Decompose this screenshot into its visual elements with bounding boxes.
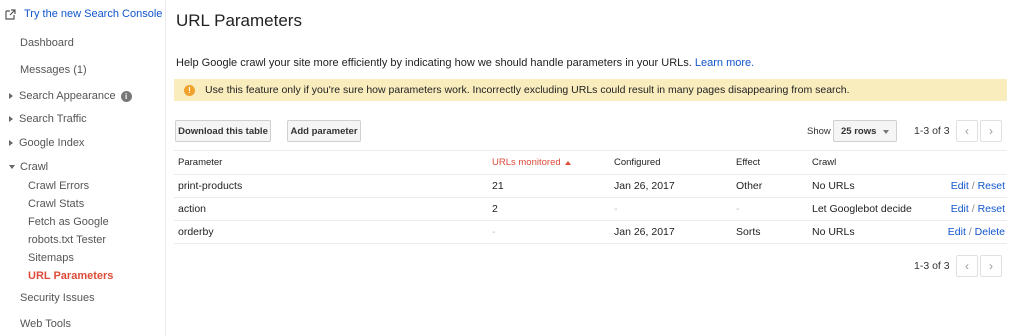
table-header-row: Parameter URLs monitored Configured Effe…: [174, 150, 1007, 175]
add-parameter-button[interactable]: Add parameter: [287, 120, 361, 142]
new-search-console-link[interactable]: Try the new Search Console: [4, 8, 162, 20]
action-separator: /: [968, 226, 972, 238]
header-urls-monitored[interactable]: URLs monitored: [492, 151, 571, 174]
table-row: print-products 21 Jan 26, 2017 Other No …: [174, 175, 1007, 198]
pager-range-top: 1-3 of 3: [914, 125, 950, 137]
action-separator: /: [971, 203, 975, 215]
url-parameters-table: Parameter URLs monitored Configured Effe…: [174, 150, 1007, 244]
help-text: Help Google crawl your site more efficie…: [176, 57, 754, 69]
sidebar-item-label: Google Index: [19, 137, 85, 149]
sidebar-item-web-tools[interactable]: Web Tools: [20, 318, 71, 330]
sidebar-item-label: Web Tools: [20, 318, 71, 330]
learn-more-link[interactable]: Learn more.: [695, 57, 754, 69]
table-row: orderby - Jan 26, 2017 Sorts No URLs Edi…: [174, 221, 1007, 244]
cell-crawl: No URLs: [812, 226, 855, 238]
edit-link[interactable]: Edit: [951, 180, 969, 192]
dropdown-caret-icon: [883, 130, 889, 134]
expand-arrow-icon: [9, 93, 13, 99]
sidebar-item-security-issues[interactable]: Security Issues: [20, 292, 95, 304]
header-crawl[interactable]: Crawl: [812, 151, 836, 174]
sidebar-item-crawl[interactable]: Crawl: [9, 161, 48, 173]
sidebar-item-google-index[interactable]: Google Index: [9, 137, 84, 149]
cell-actions: Edit / Reset: [951, 198, 1005, 220]
cell-urls: 21: [492, 180, 504, 192]
delete-link[interactable]: Delete: [975, 226, 1005, 238]
pager-range-bottom: 1-3 of 3: [914, 260, 950, 272]
cell-actions: Edit / Delete: [948, 221, 1005, 243]
warning-text: Use this feature only if you're sure how…: [205, 84, 850, 96]
sidebar-item-label: Search Appearance: [19, 90, 116, 102]
sidebar-item-url-parameters[interactable]: URL Parameters: [28, 270, 113, 282]
rows-per-page-select[interactable]: 25 rows: [833, 120, 897, 142]
sidebar-item-label: Search Traffic: [19, 113, 87, 125]
prev-page-button-bottom[interactable]: ‹: [956, 255, 978, 277]
sidebar-item-crawl-errors[interactable]: Crawl Errors: [28, 180, 89, 192]
collapse-arrow-icon: [9, 165, 15, 169]
prev-page-button-top[interactable]: ‹: [956, 120, 978, 142]
sidebar-item-label: Messages (1): [20, 64, 87, 76]
header-effect[interactable]: Effect: [736, 151, 760, 174]
sort-ascending-icon: [564, 160, 571, 165]
download-table-button[interactable]: Download this table: [175, 120, 271, 142]
edit-link[interactable]: Edit: [951, 203, 969, 215]
cell-configured: -: [614, 203, 618, 215]
cell-effect: Sorts: [736, 226, 761, 238]
header-urls-label: URLs monitored: [492, 157, 561, 168]
sidebar-item-crawl-stats[interactable]: Crawl Stats: [28, 198, 84, 210]
cell-crawl: No URLs: [812, 180, 855, 192]
reset-link[interactable]: Reset: [978, 203, 1005, 215]
sidebar-item-search-traffic[interactable]: Search Traffic: [9, 113, 87, 125]
next-page-button-top[interactable]: ›: [980, 120, 1002, 142]
cell-parameter: orderby: [178, 226, 214, 238]
cell-actions: Edit / Reset: [951, 175, 1005, 197]
sidebar-item-fetch-as-google[interactable]: Fetch as Google: [28, 216, 109, 228]
sidebar-item-sitemaps[interactable]: Sitemaps: [28, 252, 74, 264]
sidebar-item-label: Dashboard: [20, 37, 74, 49]
table-row: action 2 - - Let Googlebot decide Edit /…: [174, 198, 1007, 221]
cell-configured: Jan 26, 2017: [614, 180, 675, 192]
sidebar-item-messages[interactable]: Messages (1): [20, 64, 87, 76]
page-title: URL Parameters: [176, 11, 302, 30]
sidebar-item-label: Security Issues: [20, 292, 95, 304]
edit-link[interactable]: Edit: [948, 226, 966, 238]
expand-arrow-icon: [9, 116, 13, 122]
action-separator: /: [971, 180, 975, 192]
expand-arrow-icon: [9, 140, 13, 146]
cell-effect: -: [736, 203, 740, 215]
external-link-icon: [4, 8, 16, 20]
warning-icon: !: [184, 84, 195, 96]
cell-configured: Jan 26, 2017: [614, 226, 675, 238]
header-configured[interactable]: Configured: [614, 151, 660, 174]
warning-banner: ! Use this feature only if you're sure h…: [174, 79, 1007, 101]
cell-urls: 2: [492, 203, 498, 215]
rows-per-page-value: 25 rows: [841, 125, 877, 137]
cell-crawl: Let Googlebot decide: [812, 203, 912, 215]
reset-link[interactable]: Reset: [978, 180, 1005, 192]
cell-urls: -: [492, 226, 496, 238]
show-label: Show: [807, 126, 831, 137]
cell-parameter: action: [178, 203, 207, 215]
new-search-console-label: Try the new Search Console: [24, 8, 163, 20]
help-text-body: Help Google crawl your site more efficie…: [176, 57, 692, 69]
sidebar: Try the new Search Console Dashboard Mes…: [0, 0, 166, 336]
sidebar-item-dashboard[interactable]: Dashboard: [20, 37, 74, 49]
sidebar-item-robots-tester[interactable]: robots.txt Tester: [28, 234, 106, 246]
header-parameter[interactable]: Parameter: [178, 151, 222, 174]
sidebar-item-search-appearance[interactable]: Search Appearance i: [9, 90, 132, 102]
cell-parameter: print-products: [178, 180, 243, 192]
sidebar-item-label: Crawl: [20, 161, 49, 173]
next-page-button-bottom[interactable]: ›: [980, 255, 1002, 277]
cell-effect: Other: [736, 180, 763, 192]
info-icon[interactable]: i: [120, 90, 132, 102]
